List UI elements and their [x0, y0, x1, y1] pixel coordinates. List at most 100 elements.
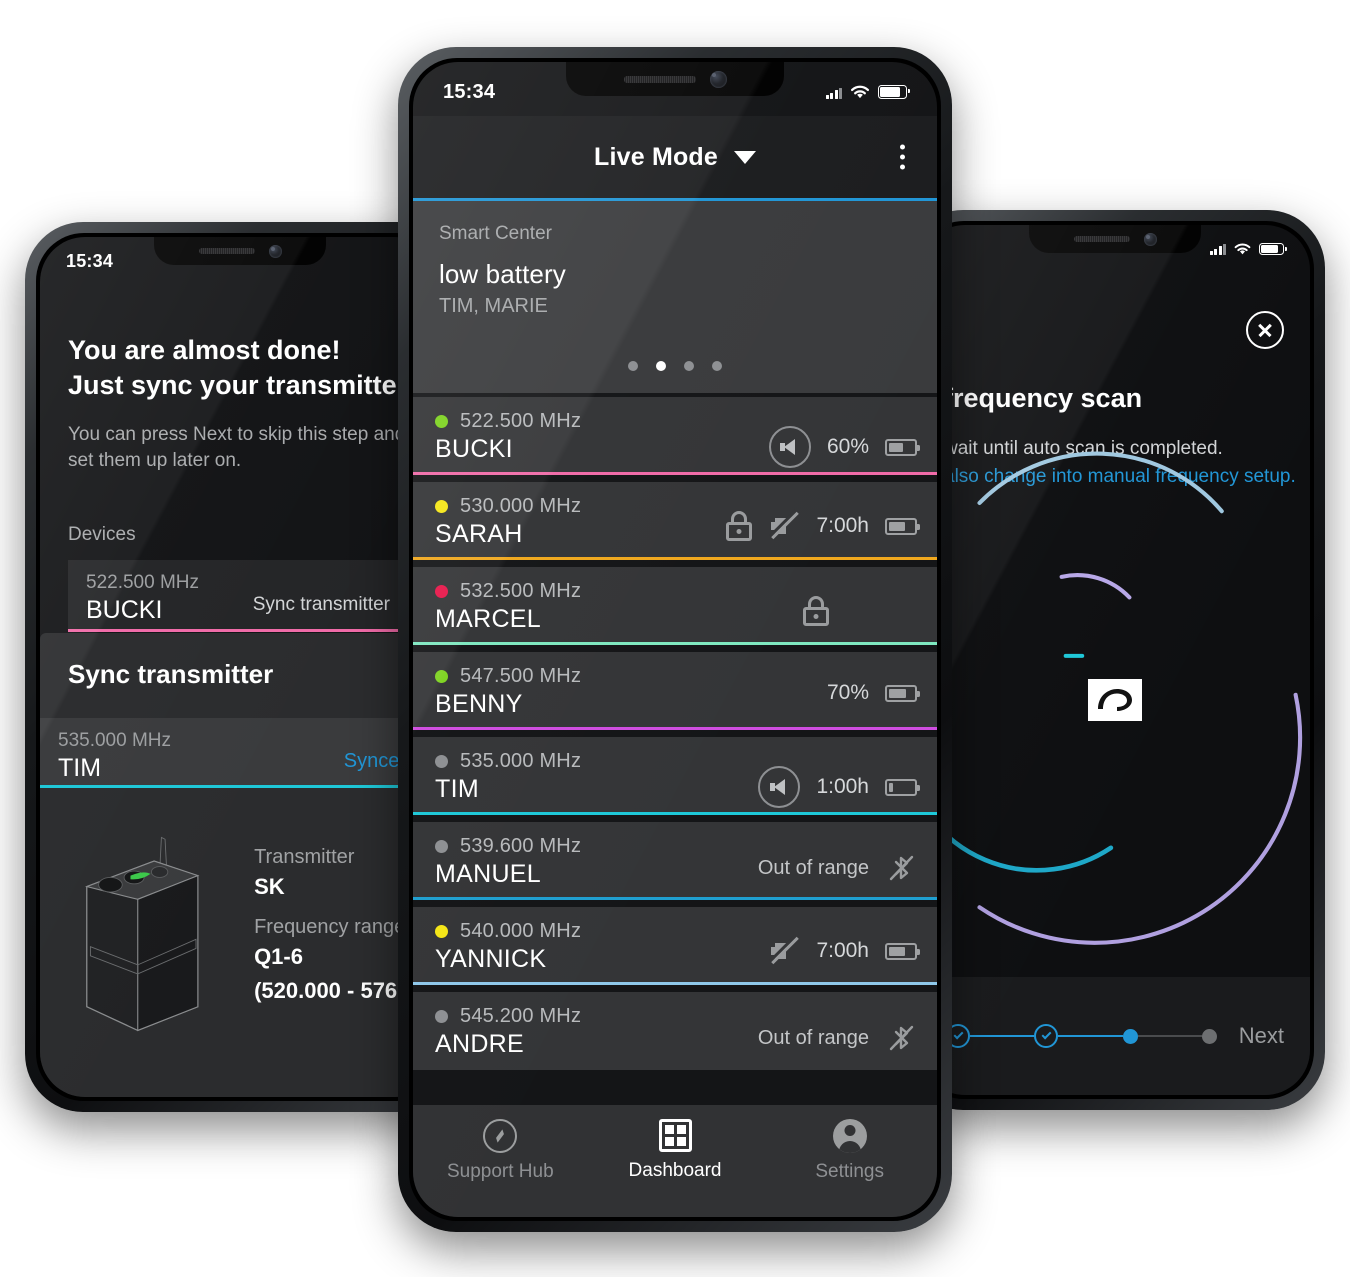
table-row[interactable]: 535.000 MHz TIM 1:00h [413, 737, 937, 815]
table-row[interactable]: 539.600 MHz MANUEL Out of range [413, 822, 937, 900]
phone-right: 15:34 frequency scan wait until auto sca… [905, 210, 1325, 1110]
frequency-line: 547.500 MHz [435, 665, 581, 688]
battery-icon [885, 438, 920, 456]
phone-center-screen: 15:34 Live Mode Smart Center low battery… [413, 62, 937, 1217]
status-dot [435, 585, 448, 598]
table-row[interactable]: 547.500 MHz BENNY 70% [413, 652, 937, 730]
tab-support-hub[interactable]: Support Hub [413, 1119, 588, 1183]
table-row[interactable]: 532.500 MHz MARCEL [413, 567, 937, 645]
page-title-line2: Just sync your transmitters. [68, 369, 430, 400]
step-connector [970, 1034, 1035, 1038]
device-status: 7:00h [768, 936, 920, 966]
compass-icon [483, 1119, 518, 1153]
wifi-icon [850, 85, 870, 99]
phone-center-inner: 15:34 Live Mode Smart Center low battery… [409, 58, 941, 1221]
mute-icon[interactable] [768, 936, 800, 966]
device-frequency: 522.500 MHz [460, 410, 582, 432]
list-item[interactable]: 522.500 MHz BUCKI Sync transmitter [68, 559, 412, 632]
step-2-complete[interactable] [1034, 1024, 1059, 1048]
status-indicators [825, 84, 910, 100]
battery-icon [885, 517, 920, 535]
smart-center-label: Smart Center [439, 223, 552, 244]
battery-icon [885, 942, 920, 960]
frequency-scan-animation [920, 425, 1310, 975]
status-time: 15:34 [66, 250, 114, 271]
status-dot [435, 840, 448, 853]
device-name: BUCKI [86, 595, 163, 624]
smart-center-title: low battery [439, 259, 566, 289]
table-row[interactable]: 540.000 MHz YANNICK 7:00h [413, 907, 937, 985]
speaker-circle-icon[interactable] [768, 426, 811, 468]
sheet-device-row[interactable]: 535.000 MHz TIM Synced! [40, 718, 440, 788]
tab-settings[interactable]: Settings [762, 1119, 937, 1183]
pager-dot-active[interactable] [656, 361, 666, 371]
device-name: ANDRE [435, 1030, 525, 1058]
tab-label: Dashboard [628, 1160, 722, 1181]
sk-bodypack-illustration [84, 836, 200, 1032]
status-dot [435, 755, 448, 768]
device-frequency: 530.000 MHz [460, 495, 582, 517]
mute-icon[interactable] [768, 511, 800, 541]
status-dot [435, 500, 448, 513]
battery-level: 7:00h [816, 939, 869, 962]
page-title: Live Mode [593, 142, 719, 171]
battery-icon [885, 778, 920, 796]
next-button[interactable]: Next [1239, 1023, 1284, 1049]
speaker-circle-icon[interactable] [758, 766, 801, 808]
battery-level: 70% [826, 681, 869, 704]
phone-center: 15:34 Live Mode Smart Center low battery… [398, 47, 952, 1232]
carousel-pager[interactable] [413, 361, 937, 371]
device-frequency: 535.000 MHz [58, 730, 172, 751]
transmitter-details: Transmitter SK Frequency range: Q1-6 (52… [40, 788, 440, 1048]
page-title: frequency scan [944, 383, 1143, 413]
device-info: 535.000 MHz TIM [435, 750, 581, 804]
status-bar-left: 15:34 [40, 237, 440, 285]
status-dot [435, 1010, 448, 1023]
lock-icon[interactable] [726, 511, 753, 541]
device-color-bar [68, 628, 412, 632]
step-connector [1058, 1034, 1123, 1038]
device-color-bar [413, 897, 937, 900]
smart-center-card[interactable]: Smart Center low battery TIM, MARIE [413, 201, 937, 393]
device-info: 530.000 MHz SARAH [435, 495, 581, 549]
step-connector [1137, 1034, 1202, 1038]
device-name: SARAH [435, 520, 523, 548]
wifi-icon [1234, 243, 1251, 255]
step-4-pending[interactable] [1201, 1028, 1217, 1044]
status-dot [435, 925, 448, 938]
battery-level: 1:00h [816, 775, 869, 798]
app-header: Live Mode [413, 116, 937, 198]
sync-transmitter-action[interactable]: Sync transmitter [253, 594, 390, 616]
table-row[interactable]: 545.200 MHz ANDRE Out of range [413, 992, 937, 1070]
device-color-bar [413, 812, 937, 815]
device-name: MARCEL [435, 605, 541, 633]
bottom-navigation[interactable]: Support Hub Dashboard Settings [413, 1105, 937, 1217]
device-info: 535.000 MHz TIM [58, 730, 171, 783]
device-frequency: 545.200 MHz [460, 1005, 582, 1027]
pager-dot[interactable] [684, 361, 694, 371]
lock-icon[interactable] [803, 596, 829, 626]
kebab-menu-icon[interactable] [896, 141, 909, 174]
step-indicators [946, 1024, 1217, 1048]
close-icon[interactable] [1246, 311, 1284, 349]
status-badge: Out of range [757, 1026, 869, 1049]
device-color-bar [413, 472, 937, 475]
devices-section-label: Devices [68, 523, 136, 545]
device-frequency: 535.000 MHz [460, 750, 582, 772]
pager-dot[interactable] [628, 361, 638, 371]
tab-dashboard[interactable]: Dashboard [588, 1119, 763, 1182]
device-frequency: 522.500 MHz [86, 571, 200, 593]
sheet-title: Sync transmitter [68, 659, 274, 689]
phone-right-screen: 15:34 frequency scan wait until auto sca… [920, 225, 1310, 1095]
wizard-stepper: Next [920, 977, 1310, 1095]
chevron-down-icon[interactable] [734, 150, 757, 164]
device-list[interactable]: 522.500 MHz BUCKI 60% 530.000 MHz SARAH … [413, 393, 937, 1105]
device-name: MANUEL [435, 860, 541, 888]
sync-transmitter-sheet: Sync transmitter 535.000 MHz TIM Synced! [40, 633, 440, 1097]
table-row[interactable]: 522.500 MHz BUCKI 60% [413, 397, 937, 475]
phone-left-inner: 15:34 You are almost done! Just sync you… [36, 233, 444, 1101]
device-color-bar [413, 727, 937, 730]
table-row[interactable]: 530.000 MHz SARAH 7:00h [413, 482, 937, 560]
pager-dot[interactable] [712, 361, 722, 371]
step-3-current[interactable] [1122, 1028, 1138, 1044]
